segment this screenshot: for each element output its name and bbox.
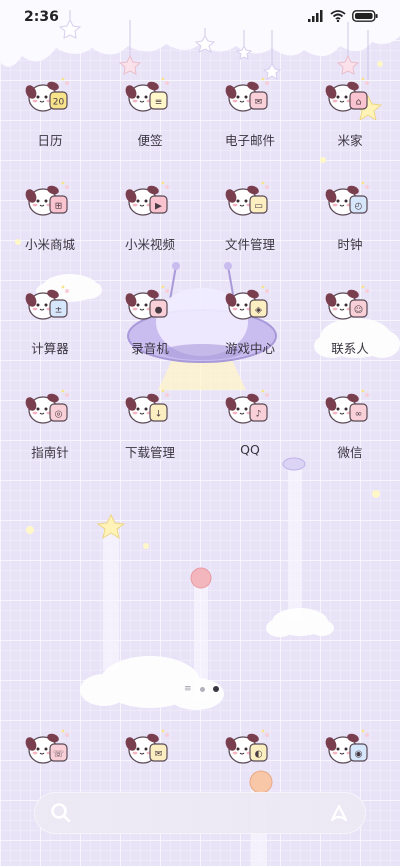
wechat-icon: ∞ (323, 382, 377, 428)
dock-phone[interactable]: ☏ (0, 722, 100, 778)
svg-text:✉: ✉ (255, 98, 263, 108)
dock-messages[interactable]: ✉ (100, 722, 200, 778)
dock: ☏ ✉ ◐ ◉ (0, 722, 400, 778)
svg-text:◴: ◴ (355, 202, 363, 212)
app-label: 文件管理 (224, 237, 275, 252)
home-icon: ⌂ (323, 70, 377, 116)
system-icons (308, 10, 378, 22)
svg-text:◎: ◎ (55, 410, 63, 420)
svg-text:↓: ↓ (155, 410, 163, 420)
app-clock[interactable]: ◴ 时钟 (300, 174, 400, 252)
dock-camera[interactable]: ◉ (300, 722, 400, 778)
app-label: 计算器 (31, 341, 69, 356)
app-qq[interactable]: ♪ QQ (200, 382, 300, 459)
app-mi-video[interactable]: ▶ 小米视频 (100, 174, 200, 252)
dock-browser[interactable]: ◐ (200, 722, 300, 778)
page-list-icon: ≡ (184, 683, 192, 694)
app-label: 电子邮件 (224, 133, 275, 148)
svg-text:✉: ✉ (155, 750, 163, 760)
app-downloads[interactable]: ↓ 下载管理 (100, 382, 200, 460)
calculator-icon: ± (23, 278, 77, 324)
status-time: 2:36 (24, 9, 59, 25)
app-mi-home[interactable]: ⌂ 米家 (300, 70, 400, 148)
app-contacts[interactable]: ☺ 联系人 (300, 278, 400, 356)
contacts-icon: ☺ (323, 278, 377, 324)
clock-icon: ◴ (323, 174, 377, 220)
app-file-manager[interactable]: ▭ 文件管理 (200, 174, 300, 252)
svg-text:●: ● (155, 306, 163, 316)
app-calendar[interactable]: 20 日历 (0, 70, 100, 148)
page-indicator[interactable]: ≡ (184, 683, 219, 694)
app-label: 游戏中心 (224, 341, 275, 356)
app-label: 便签 (137, 133, 163, 148)
phone-icon: ☏ (23, 722, 77, 768)
wifi-icon (330, 10, 346, 22)
store-icon: ⊞ (23, 174, 77, 220)
battery-icon (352, 10, 378, 22)
app-game-center[interactable]: ◈ 游戏中心 (200, 278, 300, 356)
app-mi-store[interactable]: ⊞ 小米商城 (0, 174, 100, 252)
recorder-icon: ● (123, 278, 177, 324)
browser-icon: ◐ (223, 722, 277, 768)
app-label: 日历 (37, 133, 63, 148)
svg-text:∞: ∞ (355, 410, 363, 420)
folder-icon: ▭ (223, 174, 277, 220)
app-label: 小米视频 (124, 237, 175, 252)
calendar-icon: 20 (23, 70, 77, 116)
signal-icon (308, 10, 323, 22)
compass-icon: ◎ (23, 382, 77, 428)
messages-icon: ✉ (123, 722, 177, 768)
search-icon[interactable] (50, 802, 72, 824)
app-label: 联系人 (331, 341, 369, 356)
app-compass[interactable]: ◎ 指南针 (0, 382, 100, 460)
svg-text:±: ± (55, 306, 63, 316)
email-icon: ✉ (223, 70, 277, 116)
app-grid: 20 日历 ≡ 便签 ✉ 电子邮件 ⌂ 米家 ⊞ 小米商城 ▶ 小米视频 ▭ 文… (0, 70, 400, 460)
app-calculator[interactable]: ± 计算器 (0, 278, 100, 356)
app-label: 指南针 (31, 445, 69, 460)
svg-text:20: 20 (53, 98, 65, 108)
qq-icon: ♪ (223, 382, 277, 428)
svg-text:☏: ☏ (53, 750, 64, 760)
camera-icon: ◉ (323, 722, 377, 768)
download-icon: ↓ (123, 382, 177, 428)
svg-text:◉: ◉ (355, 750, 363, 760)
search-bar[interactable] (34, 792, 366, 834)
svg-text:▭: ▭ (254, 202, 263, 212)
app-notes[interactable]: ≡ 便签 (100, 70, 200, 148)
app-recorder[interactable]: ● 录音机 (100, 278, 200, 356)
svg-text:♪: ♪ (256, 410, 262, 420)
app-label: 微信 (337, 445, 363, 460)
notes-icon: ≡ (123, 70, 177, 116)
app-label: 录音机 (131, 341, 169, 356)
app-email[interactable]: ✉ 电子邮件 (200, 70, 300, 148)
page-dot-active (212, 686, 219, 692)
app-label: 下载管理 (124, 445, 175, 460)
app-label: 小米商城 (24, 237, 75, 252)
assistant-icon[interactable] (328, 802, 350, 824)
svg-text:⌂: ⌂ (356, 98, 362, 108)
page-dot (199, 686, 205, 692)
svg-text:⊞: ⊞ (55, 202, 63, 212)
app-wechat[interactable]: ∞ 微信 (300, 382, 400, 460)
video-icon: ▶ (123, 174, 177, 220)
app-label: QQ (240, 442, 260, 457)
svg-text:☺: ☺ (354, 305, 363, 316)
status-bar: 2:36 (0, 0, 400, 34)
svg-text:≡: ≡ (155, 98, 163, 108)
svg-text:▶: ▶ (155, 202, 162, 212)
svg-text:◈: ◈ (255, 306, 262, 316)
game-icon: ◈ (223, 278, 277, 324)
app-label: 米家 (337, 133, 363, 148)
svg-text:◐: ◐ (255, 750, 263, 760)
app-label: 时钟 (337, 237, 363, 252)
